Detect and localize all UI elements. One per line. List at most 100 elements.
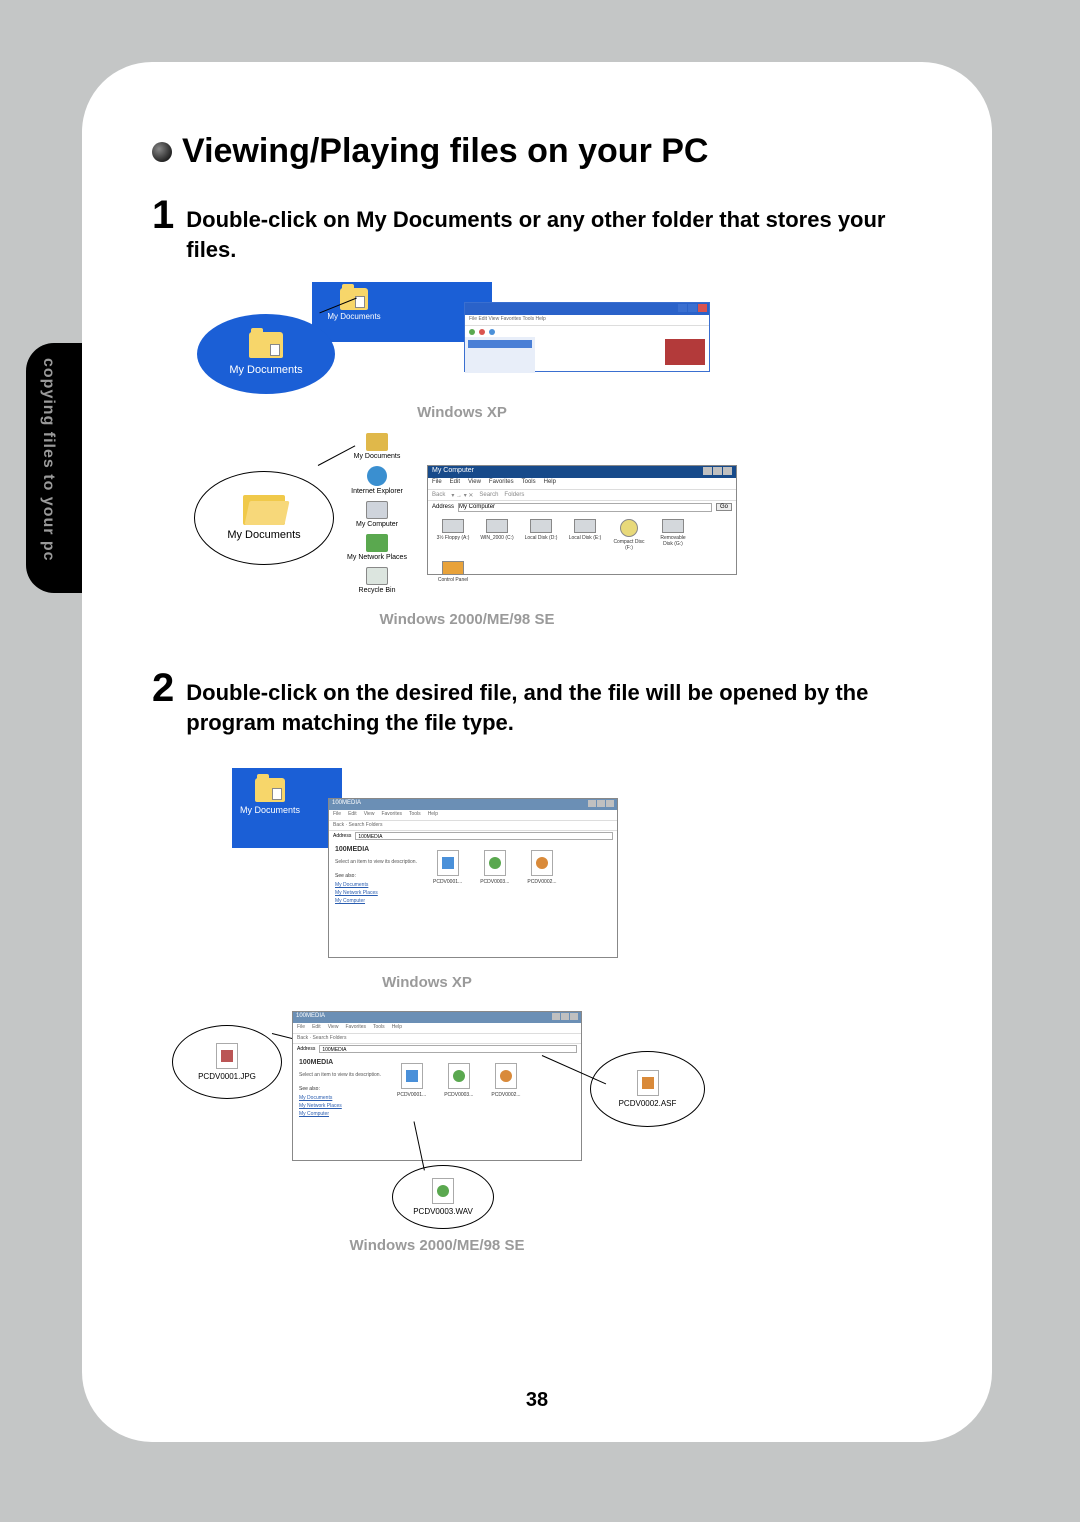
nav-back: Back <box>432 492 445 498</box>
menu-item: View <box>328 1024 339 1032</box>
folder-open-icon <box>243 495 285 525</box>
folder-window-xp: 100MEDIA File Edit View Favorites Tools … <box>328 798 618 958</box>
window-title: My Computer <box>432 467 474 477</box>
folder-icon <box>249 332 283 358</box>
task-pane <box>465 337 535 373</box>
folder-window-2k: 100MEDIA File Edit View Favorites Tools … <box>292 1011 582 1161</box>
folder-desc: Select an item to view its description. <box>335 859 423 865</box>
xp-mydocs-label: My Documents <box>240 805 300 815</box>
caption-xp-2: Windows XP <box>232 974 622 991</box>
menu-item: Edit <box>312 1024 321 1032</box>
menu-item: File <box>297 1024 305 1032</box>
drive-item: Removable Disk (G:) <box>656 519 690 551</box>
nav-toolbar: Back ▾ → ▾ ✕ Search Folders <box>428 489 736 501</box>
desktop-icon-label: My Network Places <box>347 554 407 561</box>
desktop-icon-label: Internet Explorer <box>351 488 403 495</box>
side-link: My Network Places <box>299 1102 387 1110</box>
search-icon <box>489 329 495 335</box>
menu-item: Favorites <box>345 1024 366 1032</box>
files-area: PCDV0001...PCDV0003...PCDV0002... <box>429 842 617 957</box>
mycomputer-window: My Computer File Edit View Favorites Too… <box>427 465 737 575</box>
xp-mydocs-icon: My Documents <box>240 778 300 815</box>
menubar: File Edit View Favorites Tools Help <box>293 1023 581 1033</box>
desktop-icon-mydocs: My Documents <box>342 433 412 460</box>
desktop-icon-recyclebin: Recycle Bin <box>342 567 412 594</box>
drive-item: Control Panel <box>436 561 470 583</box>
drive-item: Compact Disc (F:) <box>612 519 646 551</box>
menu-item: Tools <box>409 811 421 819</box>
nav-folders: Folders <box>504 492 524 498</box>
files-area: PCDV0001...PCDV0003...PCDV0002... <box>393 1055 581 1160</box>
menu-item: Favorites <box>381 811 402 819</box>
figure-2000-1: My Documents My Documents Internet Explo… <box>212 433 932 628</box>
step-1-text: Double-click on My Documents or any othe… <box>186 195 932 264</box>
desktop-icon-network: My Network Places <box>342 534 412 561</box>
address-field <box>458 503 712 512</box>
figure-xp-1: My Documents My Documents File Edit View… <box>212 282 932 421</box>
side-link: My Network Places <box>335 889 423 897</box>
task-header <box>468 340 532 348</box>
menu-item: Edit <box>348 811 357 819</box>
folder-icon <box>255 778 285 802</box>
titlebar <box>465 303 709 315</box>
section-title: Viewing/Playing files on your PC <box>152 132 932 171</box>
callout-asf-label: PCDV0002.ASF <box>619 1099 677 1108</box>
file-item: PCDV0001... <box>397 1063 426 1152</box>
side-pane: 100MEDIA Select an item to view its desc… <box>293 1055 393 1160</box>
callout-jpg: PCDV0001.JPG <box>172 1025 282 1099</box>
menu-item: Edit <box>450 479 460 488</box>
step-1-pre: Double-click on <box>186 207 356 232</box>
menu-item: Tools <box>373 1024 385 1032</box>
desktop-icons: My Documents Internet Explorer My Comput… <box>342 433 412 600</box>
page: Viewing/Playing files on your PC 1 Doubl… <box>82 62 992 1442</box>
figure-xp-2: My Documents 100MEDIA File Edit View Fav… <box>212 768 932 991</box>
folder-name-header: 100MEDIA <box>335 846 423 853</box>
menu-item: Tools <box>522 479 536 488</box>
wav-file-icon <box>432 1178 454 1204</box>
callout-asf: PCDV0002.ASF <box>590 1051 705 1127</box>
address-field: 100MEDIA <box>355 832 613 840</box>
xp-explorer-window: File Edit View Favorites Tools Help <box>464 302 710 372</box>
desktop-icon-label: My Documents <box>354 453 401 460</box>
nav-toolbar: Back · Search Folders <box>329 820 617 831</box>
callout-mydocs-2k: My Documents <box>194 471 334 565</box>
jpg-file-icon <box>216 1043 238 1069</box>
side-pane: 100MEDIA Select an item to view its desc… <box>329 842 429 957</box>
file-area <box>535 337 709 373</box>
see-also-label: See also: <box>335 873 423 879</box>
go-button: Go <box>716 503 732 511</box>
drive-item: Local Disk (E:) <box>568 519 602 551</box>
menu-item: View <box>468 479 481 488</box>
titlebar: 100MEDIA <box>293 1012 581 1023</box>
folder-desc: Select an item to view its description. <box>299 1072 387 1078</box>
callout-wav-label: PCDV0003.WAV <box>413 1207 473 1216</box>
side-link: My Documents <box>299 1094 387 1102</box>
see-also-label: See also: <box>299 1086 387 1092</box>
stop-icon <box>479 329 485 335</box>
side-label: copying files to your pc <box>39 358 57 562</box>
step-1: 1 Double-click on My Documents or any ot… <box>152 195 932 264</box>
menubar: File Edit View Favorites Tools Help <box>428 478 736 489</box>
page-number: 38 <box>82 1389 992 1412</box>
drive-item: Local Disk (D:) <box>524 519 558 551</box>
desktop-icon-ie: Internet Explorer <box>342 466 412 495</box>
menu-item: File <box>432 479 442 488</box>
address-label: Address <box>432 504 454 510</box>
callout-wav: PCDV0003.WAV <box>392 1165 494 1229</box>
step-1-strong: My Documents <box>356 207 512 232</box>
address-field: 100MEDIA <box>319 1045 577 1053</box>
caption-2000-1: Windows 2000/ME/98 SE <box>212 611 722 628</box>
side-link: My Computer <box>299 1110 387 1118</box>
bullet-icon <box>152 142 172 162</box>
menu-item: Help <box>392 1024 402 1032</box>
desktop-icon-label: Recycle Bin <box>359 587 396 594</box>
figure-2000-2: PCDV0001.JPG 100MEDIA File Edit View Fav… <box>212 1011 932 1254</box>
titlebar: 100MEDIA <box>329 799 617 810</box>
file-item: PCDV0002... <box>527 850 556 949</box>
asf-file-icon <box>637 1070 659 1096</box>
toolbar <box>465 325 709 337</box>
step-1-number: 1 <box>152 195 174 235</box>
window-title: 100MEDIA <box>296 1013 325 1022</box>
folder-name-header: 100MEDIA <box>299 1059 387 1066</box>
window-title: 100MEDIA <box>332 800 361 809</box>
